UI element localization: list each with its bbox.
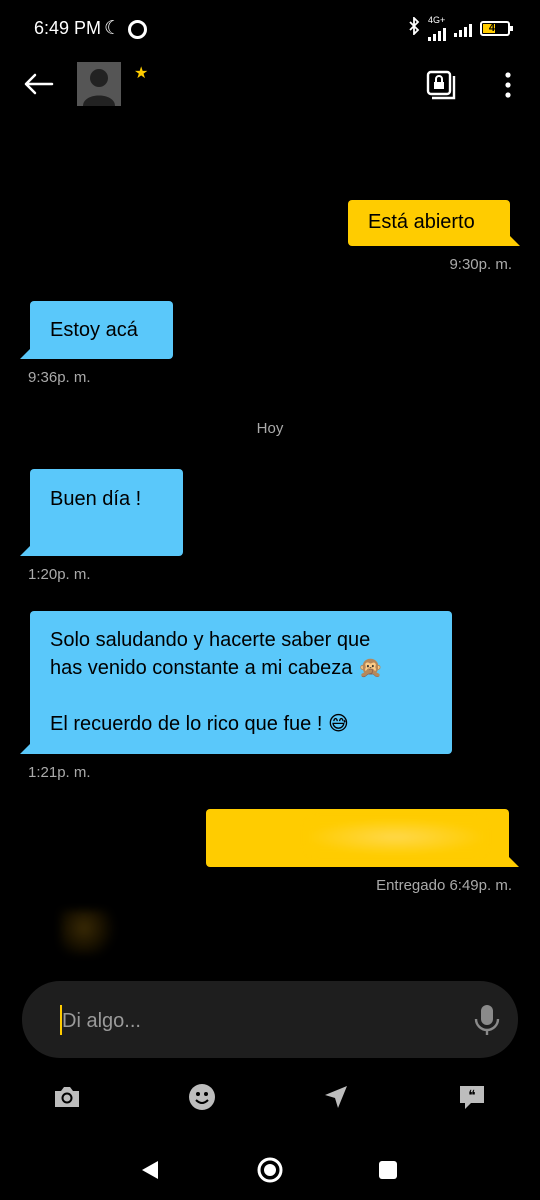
typing-avatar [60,910,120,955]
bubble-tail [20,349,30,359]
message-text: Está abierto [368,211,475,233]
more-vert-icon[interactable] [498,70,518,100]
message-text: Estoy acá [50,319,138,341]
back-triangle-icon[interactable] [130,1150,170,1190]
emoji-icon[interactable] [180,1075,224,1119]
camera-icon[interactable] [45,1075,89,1119]
message-text: Buen día ! [50,488,142,510]
battery-percent: 47 [488,22,502,34]
home-circle-icon[interactable] [250,1150,290,1190]
message-text-line: has venido constante a mi cabeza 🙊 [50,657,383,679]
blurred-content [306,819,486,855]
message-text-line: Solo saludando y hacerte saber que [50,629,371,651]
recents-square-icon[interactable] [368,1150,408,1190]
bubble-tail [509,857,519,867]
bubble-tail [510,236,520,246]
message-text-line: El recuerdo de lo rico que fue ! 😅 [50,713,349,735]
microphone-icon[interactable] [473,1003,501,1037]
location-icon[interactable] [314,1075,358,1119]
message-time: 9:30p. m. [449,256,512,273]
avatar-placeholder[interactable] [77,62,121,106]
message-composer [22,981,518,1058]
signal-icon: 4G+ [428,16,446,41]
chat-header: ★ [0,60,540,110]
ring-icon [128,20,147,39]
back-arrow-icon[interactable] [22,72,54,96]
message-time: 1:20p. m. [28,566,91,583]
message-status-time: Entregado 6:49p. m. [376,877,512,894]
status-bar: 6:49 PM ☾ 4G+ 47 [0,0,540,60]
message-time: 1:21p. m. [28,764,91,781]
signal-icon-2 [454,21,472,37]
message-input[interactable] [60,1003,444,1039]
message-time: 9:36p. m. [28,369,91,386]
attachment-toolbar: ❝ [0,1075,540,1120]
bubble-tail [20,744,30,754]
message-bubble-outgoing[interactable] [206,809,519,867]
moon-icon: ☾ [104,18,122,39]
status-indicators: 4G+ 47 [408,15,513,41]
svg-text:❝: ❝ [468,1088,476,1104]
bluetooth-icon [408,15,420,40]
day-separator: Hoy [256,420,284,437]
status-time: 6:49 PM [34,18,102,38]
battery-icon: 47 [480,21,513,36]
saved-phrases-icon[interactable]: ❝ [450,1075,494,1119]
message-bubble-incoming[interactable]: Estoy acá [20,301,173,359]
message-bubble-outgoing[interactable]: Está abierto [348,200,520,246]
message-bubble-incoming[interactable]: Buen día ! [20,469,183,556]
system-navigation-bar [0,1140,540,1200]
private-album-icon[interactable] [426,70,456,100]
favorite-star-icon[interactable]: ★ [134,63,148,83]
message-bubble-incoming[interactable]: Solo saludando y hacerte saber que has v… [20,611,452,754]
network-type: 4G+ [428,15,446,25]
text-caret [60,1005,62,1035]
bubble-tail [20,546,30,556]
